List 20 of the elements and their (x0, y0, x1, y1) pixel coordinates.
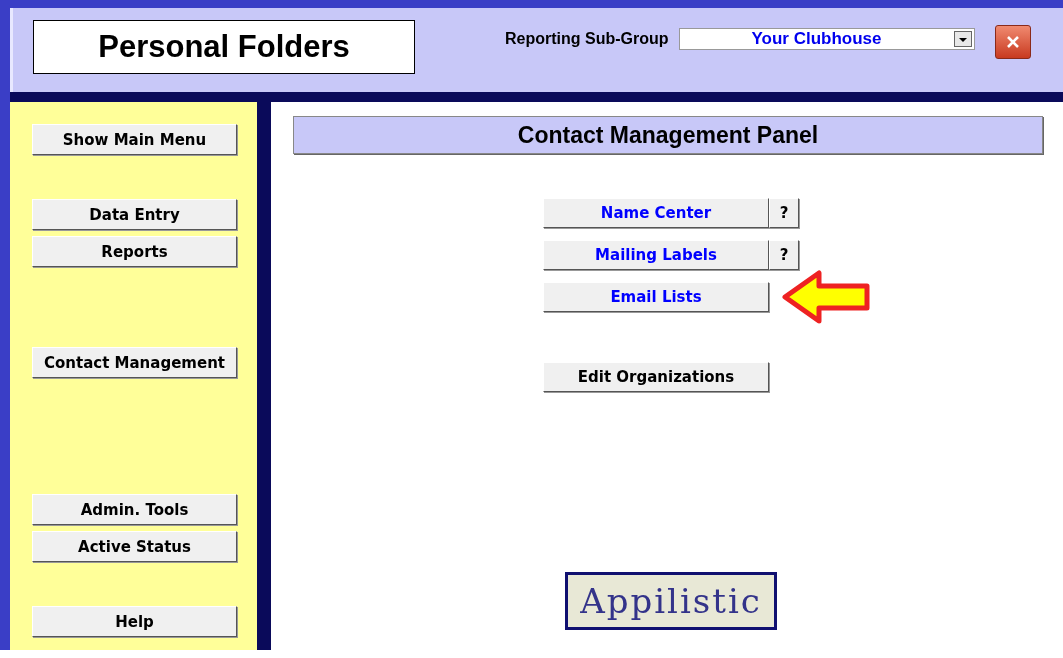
menu-button[interactable]: Help (32, 606, 237, 637)
panel-button[interactable]: Email Lists (543, 282, 769, 312)
close-button[interactable] (994, 25, 1031, 59)
subgroup-label: Reporting Sub-Group (505, 30, 669, 48)
menu-button[interactable]: Show Main Menu (32, 124, 237, 155)
subgroup-dropdown[interactable]: Your Clubhouse (678, 28, 975, 50)
menu-button[interactable]: Data Entry (32, 199, 237, 230)
panel-title: Contact Management Panel (293, 116, 1043, 154)
menu-button[interactable]: Active Status (32, 531, 237, 562)
panel-button[interactable]: Name Center (543, 198, 769, 228)
close-icon (1004, 34, 1021, 50)
help-button[interactable]: ? (769, 198, 799, 228)
help-button[interactable]: ? (769, 240, 799, 270)
logo: Appilistic (565, 572, 777, 630)
form-title: Personal Folders (33, 20, 415, 74)
panel-button[interactable]: Edit Organizations (543, 362, 769, 392)
menu-button[interactable]: Admin. Tools (32, 494, 237, 525)
panel-button[interactable]: Mailing Labels (543, 240, 769, 270)
menu-button[interactable]: Contact Management (32, 347, 237, 378)
menu-button[interactable]: Reports (32, 236, 237, 267)
